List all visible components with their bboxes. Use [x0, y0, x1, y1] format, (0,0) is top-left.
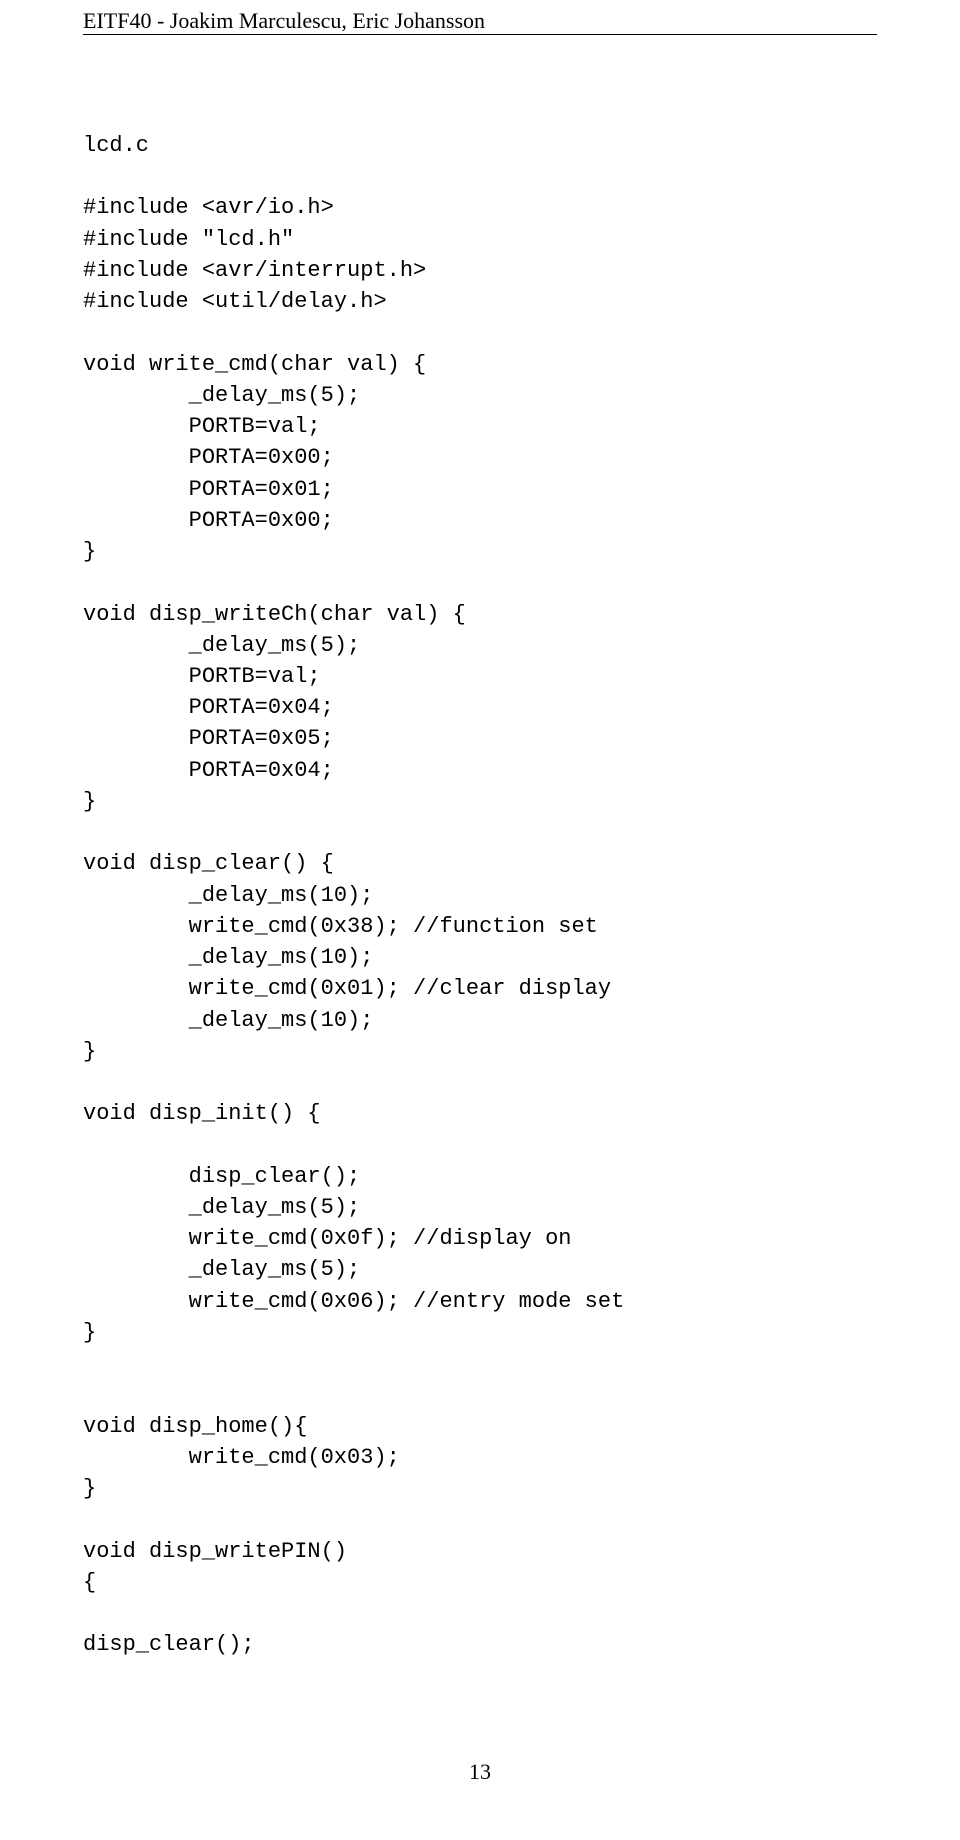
page-header: EITF40 - Joakim Marculescu, Eric Johanss… [83, 8, 485, 34]
header-rule [83, 34, 877, 35]
code-block: lcd.c #include <avr/io.h> #include "lcd.… [83, 130, 877, 1660]
page-number: 13 [0, 1759, 960, 1785]
